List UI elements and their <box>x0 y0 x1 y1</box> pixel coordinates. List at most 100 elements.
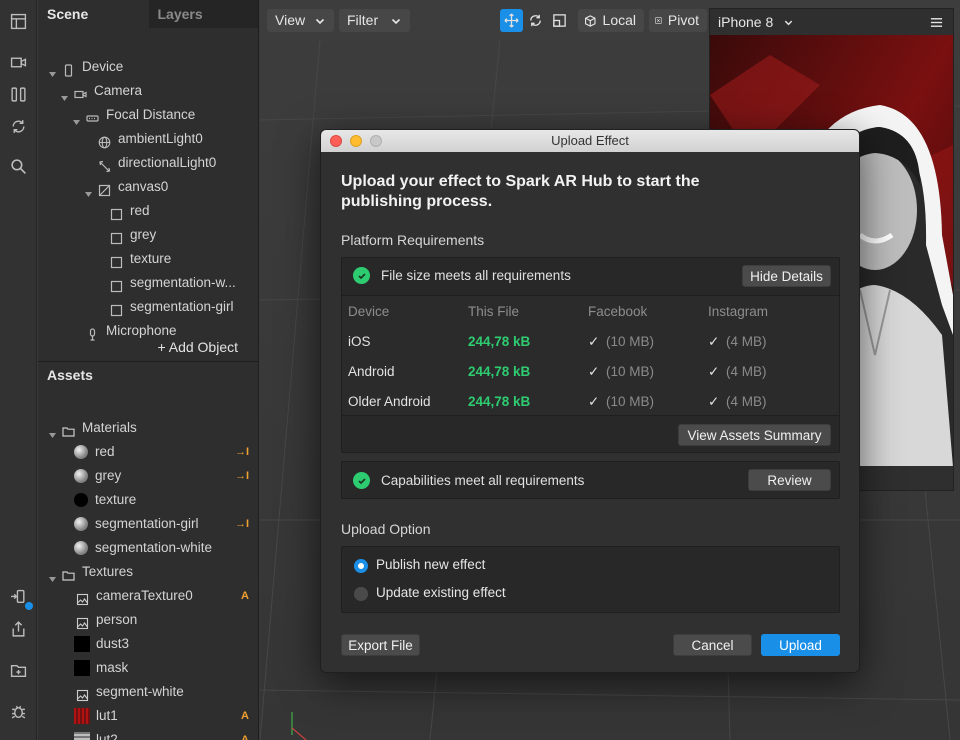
dialog-title: Upload Effect <box>551 133 629 148</box>
folder-icon <box>62 422 75 437</box>
update-existing-label[interactable]: Update existing effect <box>376 585 506 600</box>
connected-indicator <box>25 602 33 610</box>
instagram-limit-cell: (4 MB) <box>726 394 767 409</box>
caret-down-icon[interactable] <box>48 568 56 582</box>
scene-tree-item[interactable]: red <box>38 199 150 223</box>
scene-tree-item[interactable]: texture <box>38 247 171 271</box>
add-object-button[interactable]: + Add Object <box>38 334 258 360</box>
upload-button[interactable]: Upload <box>761 634 840 656</box>
filter-label: Filter <box>347 12 379 28</box>
asset-item[interactable]: segment-white <box>38 680 259 704</box>
asset-item[interactable]: cameraTexture0 A <box>38 584 259 608</box>
rotate-icon <box>530 14 541 27</box>
caret-down-icon[interactable] <box>60 87 68 101</box>
review-button[interactable]: Review <box>748 469 831 491</box>
video-camera-icon[interactable] <box>7 51 29 73</box>
hide-details-button[interactable]: Hide Details <box>742 265 831 287</box>
upload-share-icon[interactable] <box>7 618 29 640</box>
instagram-check-cell: ✓ <box>708 334 720 349</box>
asset-item[interactable]: red →I <box>38 440 259 464</box>
scene-tree-item-label: grey <box>130 227 157 242</box>
device-cell: Android <box>348 364 395 379</box>
scene-tree-item[interactable]: canvas0 <box>38 175 168 199</box>
asset-item[interactable]: segmentation-girl →I <box>38 512 259 536</box>
caret-down-icon[interactable] <box>48 63 56 77</box>
caret-down-icon[interactable] <box>72 111 80 125</box>
scene-tree-item-label: canvas0 <box>118 179 169 194</box>
scale-tool-button[interactable] <box>548 9 571 32</box>
asset-label: lut2 <box>96 732 118 740</box>
texture-icon <box>76 590 89 605</box>
rotate-tool-button[interactable] <box>524 9 547 32</box>
tab-layers[interactable]: Layers <box>148 0 258 28</box>
texture-icon <box>76 614 89 629</box>
platform-requirements-title: Platform Requirements <box>341 232 485 248</box>
success-check-icon <box>353 267 370 284</box>
publish-new-radio[interactable] <box>354 559 368 573</box>
asset-label: cameraTexture0 <box>96 588 193 603</box>
asset-item[interactable]: mask <box>38 656 259 680</box>
close-window-button[interactable] <box>330 135 342 147</box>
rectangle-icon <box>110 253 123 268</box>
search-icon[interactable] <box>7 155 29 177</box>
local-toggle[interactable]: Local <box>578 9 644 32</box>
pivot-toggle[interactable]: Pivot <box>649 9 707 32</box>
bug-icon[interactable] <box>7 700 29 722</box>
update-existing-radio[interactable] <box>354 587 368 601</box>
asset-item[interactable]: person <box>38 608 259 632</box>
asset-folder[interactable]: Textures <box>38 560 259 584</box>
split-view-icon[interactable] <box>7 83 29 105</box>
asset-item[interactable]: lut2 A <box>38 728 259 740</box>
texture-thumbnail <box>74 732 90 740</box>
asset-label: segmentation-girl <box>95 516 199 531</box>
refresh-icon[interactable] <box>7 115 29 137</box>
filter-dropdown[interactable]: Filter <box>339 9 410 32</box>
facebook-limit-cell: (10 MB) <box>606 334 655 349</box>
globe-icon <box>98 133 111 148</box>
view-assets-summary-button[interactable]: View Assets Summary <box>678 424 831 446</box>
minimize-window-button[interactable] <box>350 135 362 147</box>
success-check-icon <box>353 472 370 489</box>
asset-item[interactable]: lut1 A <box>38 704 259 728</box>
material-sphere-icon <box>74 517 88 531</box>
asset-item[interactable]: grey →I <box>38 464 259 488</box>
tab-scene[interactable]: Scene <box>38 0 149 28</box>
test-on-device-icon[interactable] <box>7 586 33 610</box>
caret-down-icon[interactable] <box>48 424 56 438</box>
menu-icon[interactable] <box>930 16 943 29</box>
export-file-button[interactable]: Export File <box>341 634 420 656</box>
scene-tree-item-label: Device <box>82 59 124 74</box>
asset-item[interactable]: dust3 <box>38 632 259 656</box>
move-tool-button[interactable] <box>500 9 523 32</box>
scene-tree-item[interactable]: segmentation-w... <box>38 271 236 295</box>
scene-tree-item[interactable]: directionalLight0 <box>38 151 216 175</box>
device-select[interactable]: iPhone 8 <box>718 14 773 30</box>
scene-tree-item[interactable]: Focal Distance <box>38 103 195 127</box>
device-cell: iOS <box>348 334 371 349</box>
asset-badge: A <box>241 590 249 602</box>
facebook-check-cell: ✓ <box>588 364 600 379</box>
material-sphere-icon <box>74 445 88 459</box>
capabilities-box: Capabilities meet all requirements Revie… <box>341 461 840 499</box>
asset-item[interactable]: segmentation-white <box>38 536 259 560</box>
dialog-heading: Upload your effect to Spark AR Hub to st… <box>341 173 700 210</box>
publish-new-label[interactable]: Publish new effect <box>376 557 485 572</box>
material-sphere-icon <box>74 541 88 555</box>
scene-tree-item-label: directionalLight0 <box>118 155 217 170</box>
cancel-button[interactable]: Cancel <box>673 634 752 656</box>
texture-thumbnail <box>74 708 90 724</box>
scene-tree-item[interactable]: grey <box>38 223 156 247</box>
asset-item[interactable]: texture <box>38 488 259 512</box>
asset-folder[interactable]: Materials <box>38 416 259 440</box>
layout-icon[interactable] <box>7 10 29 32</box>
camera-icon <box>74 85 87 98</box>
chevron-down-icon[interactable] <box>783 17 794 28</box>
scene-tree-item[interactable]: segmentation-girl <box>38 295 234 319</box>
add-folder-icon[interactable] <box>7 659 29 681</box>
scene-tree-item[interactable]: Camera <box>38 79 142 103</box>
caret-down-icon[interactable] <box>84 183 92 197</box>
file-size-status: File size meets all requirements <box>353 267 571 284</box>
scene-tree-item[interactable]: Device <box>38 55 123 79</box>
view-dropdown[interactable]: View <box>267 9 334 32</box>
scene-tree-item[interactable]: ambientLight0 <box>38 127 203 151</box>
